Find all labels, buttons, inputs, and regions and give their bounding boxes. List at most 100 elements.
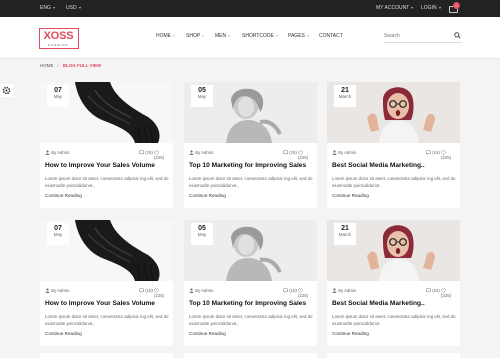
post-date-month: March <box>338 232 352 237</box>
user-icon <box>332 288 337 294</box>
user-icon <box>45 150 50 156</box>
nav-shop[interactable]: SHOP <box>186 17 205 59</box>
post-meta: By Admin (15) (225) <box>332 288 455 298</box>
post-date-day: 05 <box>198 225 206 232</box>
post-likes[interactable]: (225) <box>154 150 168 160</box>
chevron-down-icon <box>78 6 81 9</box>
post-comment-count: (15) <box>289 288 297 293</box>
post-like-count: (225) <box>154 155 165 161</box>
continue-reading-link[interactable]: Continue Reading <box>45 193 82 198</box>
logo[interactable]: XOSS FASHION <box>39 28 79 49</box>
blog-post-card: 21 March By Admin (15) (225) Best Social… <box>327 82 460 208</box>
post-title[interactable]: Top 10 Marketing for Improving Sales <box>189 162 315 169</box>
continue-reading-link[interactable]: Continue Reading <box>189 193 226 198</box>
post-date-month: May <box>197 232 207 237</box>
currency-selector[interactable]: USD <box>66 0 81 17</box>
next-row-card-edge <box>327 353 460 358</box>
post-author[interactable]: By Admin <box>45 288 70 294</box>
post-title[interactable]: Best Social Media Marketing.. <box>332 300 458 307</box>
comment-icon <box>426 150 431 156</box>
search-input[interactable] <box>384 29 450 42</box>
search-box <box>384 29 462 43</box>
comment-icon <box>139 288 144 294</box>
post-comments[interactable]: (15) <box>426 288 440 294</box>
user-icon <box>189 150 194 156</box>
post-author[interactable]: By Admin <box>332 288 356 294</box>
chevron-down-icon <box>306 34 309 37</box>
nav-shortcode[interactable]: SHORTCODE <box>242 17 278 59</box>
post-excerpt: Lorem ipsum dolor sit amet, consectetur … <box>45 176 169 188</box>
post-author[interactable]: By Admin <box>45 150 70 156</box>
post-date-month: May <box>53 232 63 237</box>
post-like-count: (225) <box>298 155 309 161</box>
post-date-day: 21 <box>341 225 349 232</box>
login-label: LOGIN <box>421 5 437 11</box>
post-likes[interactable]: (225) <box>441 150 455 160</box>
continue-reading-link[interactable]: Continue Reading <box>45 331 82 336</box>
nav-home[interactable]: HOME <box>156 17 175 59</box>
post-author-name: By Admin <box>51 150 70 155</box>
chevron-down-icon <box>228 34 231 37</box>
my-account-menu[interactable]: MY ACCOUNT <box>376 0 414 17</box>
post-comments[interactable]: (15) <box>139 288 153 294</box>
post-comment-count: (15) <box>432 150 440 155</box>
chevron-down-icon <box>411 6 414 9</box>
nav-label: PAGES <box>288 33 305 39</box>
post-comment-count: (15) <box>145 288 153 293</box>
post-date-badge: 07 May <box>47 85 69 107</box>
continue-reading-link[interactable]: Continue Reading <box>332 331 369 336</box>
post-likes[interactable]: (225) <box>441 288 455 298</box>
nav-contact[interactable]: CONTACT <box>319 17 343 59</box>
post-likes[interactable]: (225) <box>154 288 168 298</box>
chevron-down-icon <box>202 34 205 37</box>
language-label: ENG <box>40 5 51 11</box>
post-likes[interactable]: (225) <box>298 288 312 298</box>
post-author[interactable]: By Admin <box>189 150 214 156</box>
post-date-month: March <box>338 94 352 99</box>
post-excerpt: Lorem ipsum dolor sit amet, consectetur … <box>189 314 313 326</box>
post-date-badge: 05 May <box>191 85 213 107</box>
post-title[interactable]: How to Improve Your Sales Volume <box>45 300 171 307</box>
continue-reading-link[interactable]: Continue Reading <box>332 193 369 198</box>
nav-label: CONTACT <box>319 33 343 39</box>
post-author[interactable]: By Admin <box>189 288 213 294</box>
post-comments[interactable]: (15) <box>283 150 297 156</box>
search-icon[interactable] <box>454 32 461 39</box>
post-date-badge: 21 March <box>334 223 356 245</box>
chevron-down-icon <box>438 6 441 9</box>
post-comments[interactable]: (15) <box>426 150 440 156</box>
breadcrumb-current: BLOG FULL VIEW <box>62 63 102 68</box>
post-meta: By Admin (15) (225) <box>189 288 312 298</box>
post-comments[interactable]: (15) <box>139 150 153 156</box>
settings-toggle[interactable] <box>0 84 13 97</box>
login-menu[interactable]: LOGIN <box>421 0 441 17</box>
post-meta: By Admin (15) (225) <box>45 150 168 160</box>
post-date-month: May <box>197 94 207 99</box>
nav-pages[interactable]: PAGES <box>288 17 309 59</box>
chevron-down-icon <box>173 34 175 37</box>
continue-reading-link[interactable]: Continue Reading <box>189 331 226 336</box>
blog-post-card: 05 May By Admin (15) (225) Top 10 Market… <box>184 82 317 208</box>
cart-button[interactable]: 0 <box>448 2 460 13</box>
breadcrumb-home[interactable]: HOME <box>40 63 54 68</box>
next-row-card-edge <box>40 353 173 358</box>
comment-icon <box>139 150 144 156</box>
post-like-count: (225) <box>154 293 165 299</box>
post-title[interactable]: Best Social Media Marketing.. <box>332 162 458 169</box>
post-title[interactable]: How to Improve Your Sales Volume <box>45 162 171 169</box>
post-date-month: May <box>53 94 63 99</box>
post-author-name: By Admin <box>195 150 214 155</box>
post-author[interactable]: By Admin <box>332 150 356 156</box>
language-selector[interactable]: ENG <box>40 0 55 17</box>
post-title[interactable]: Top 10 Marketing for Improving Sales <box>189 300 315 307</box>
breadcrumb: HOME / BLOG FULL VIEW <box>40 63 101 68</box>
my-account-label: MY ACCOUNT <box>376 5 410 11</box>
post-author-name: By Admin <box>51 288 70 293</box>
post-date-badge: 21 March <box>334 85 356 107</box>
blog-post-card: 05 May By Admin (15) (225) Top 10 Market… <box>184 220 317 346</box>
post-likes[interactable]: (225) <box>298 150 312 160</box>
blog-post-card: 07 May By Admin (15) (225) How to Improv… <box>40 82 173 208</box>
post-date-badge: 07 May <box>47 223 69 245</box>
nav-men[interactable]: MEN <box>215 17 231 59</box>
post-comments[interactable]: (15) <box>283 288 297 294</box>
